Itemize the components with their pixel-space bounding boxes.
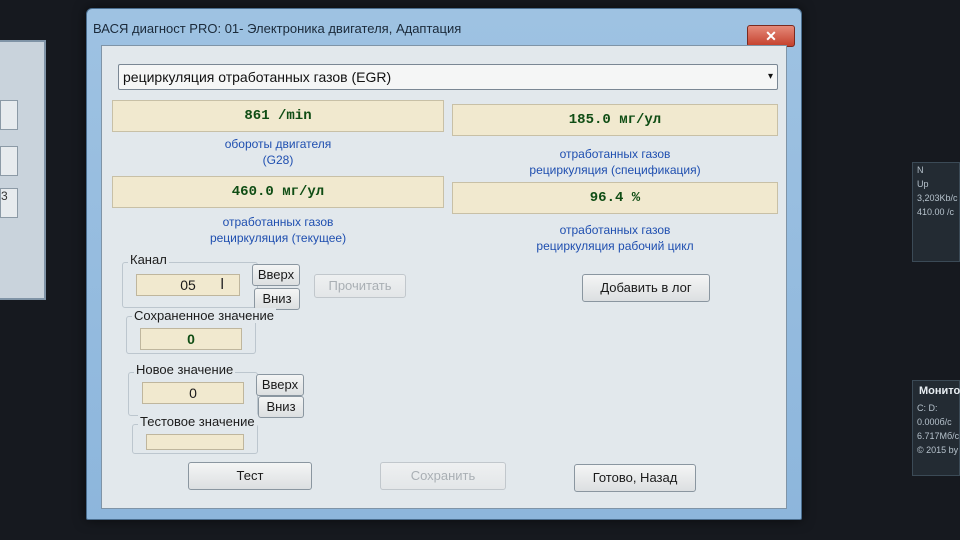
- gadget-line: C: D:: [917, 403, 938, 413]
- measurement-value-egr-actual: 460.0 мг/ул: [112, 176, 444, 208]
- saved-value-field: 0: [140, 328, 242, 350]
- gadget-line: © 2015 by Igor: [917, 445, 959, 455]
- add-to-log-button[interactable]: Добавить в лог: [582, 274, 710, 302]
- background-button: [0, 146, 18, 176]
- gadget-line: Up: [917, 179, 929, 189]
- test-button[interactable]: Тест: [188, 462, 312, 490]
- gadget-line: N: [917, 165, 924, 175]
- measurement-value-egr-duty: 96.4 %: [452, 182, 778, 214]
- chevron-down-icon[interactable]: ▾: [768, 71, 773, 82]
- background-button: 3: [0, 188, 18, 218]
- save-button[interactable]: Сохранить: [380, 462, 506, 490]
- new-value-up-button[interactable]: Вверх: [256, 374, 304, 396]
- new-value-down-button[interactable]: Вниз: [258, 396, 304, 418]
- channel-group-title: Канал: [128, 252, 169, 267]
- saved-value-title: Сохраненное значение: [132, 308, 277, 323]
- close-button[interactable]: ✕: [747, 25, 795, 47]
- adaptation-window: ВАСЯ диагност PRO: 01- Электроника двига…: [86, 8, 802, 520]
- measurement-label-rpm: обороты двигателя (G28): [224, 137, 332, 167]
- channel-down-button[interactable]: Вниз: [254, 288, 300, 310]
- network-gadget: N Up 3,203Kb/c 410.00 /c: [912, 162, 960, 262]
- new-value-title: Новое значение: [134, 362, 236, 377]
- gadget-line: 410.00 /c: [917, 207, 955, 217]
- title-bar[interactable]: ВАСЯ диагност PRO: 01- Электроника двига…: [87, 9, 801, 47]
- test-value-field: [146, 434, 244, 450]
- measurement-value-egr-spec: 185.0 мг/ул: [452, 104, 778, 136]
- monitor-gadget: Монитор C: D: 0.000б/с 6.717Мб/с © 2015 …: [912, 380, 960, 476]
- window-title: ВАСЯ диагност PRO: 01- Электроника двига…: [93, 21, 462, 36]
- gadget-line: 6.717Мб/с: [917, 431, 959, 441]
- measurement-label-egr-duty: отработанных газов рециркуляция рабочий …: [536, 223, 694, 253]
- gadget-line: 3,203Kb/c: [917, 193, 958, 203]
- window-client-area: рециркуляция отработанных газов (EGR) ▾ …: [101, 45, 787, 509]
- monitor-gadget-title: Монитор: [919, 385, 960, 397]
- channel-select[interactable]: рециркуляция отработанных газов (EGR) ▾: [118, 64, 778, 90]
- measurement-label-egr-actual: отработанных газов рециркуляция (текущее…: [209, 215, 347, 245]
- close-icon: ✕: [765, 28, 777, 44]
- channel-select-value: рециркуляция отработанных газов (EGR): [123, 69, 392, 85]
- background-button-label: 3: [1, 189, 8, 203]
- measurement-value-rpm: 861 /min: [112, 100, 444, 132]
- new-value-input[interactable]: 0: [142, 382, 244, 404]
- read-button[interactable]: Прочитать: [314, 274, 406, 298]
- background-button: [0, 100, 18, 130]
- measurement-label-egr-spec: отработанных газов рециркуляция (специфи…: [529, 147, 701, 177]
- done-back-button[interactable]: Готово, Назад: [574, 464, 696, 492]
- gadget-line: 0.000б/с: [917, 417, 952, 427]
- text-cursor-icon: I: [220, 276, 225, 293]
- test-value-title: Тестовое значение: [138, 414, 257, 429]
- channel-up-button[interactable]: Вверх: [252, 264, 300, 286]
